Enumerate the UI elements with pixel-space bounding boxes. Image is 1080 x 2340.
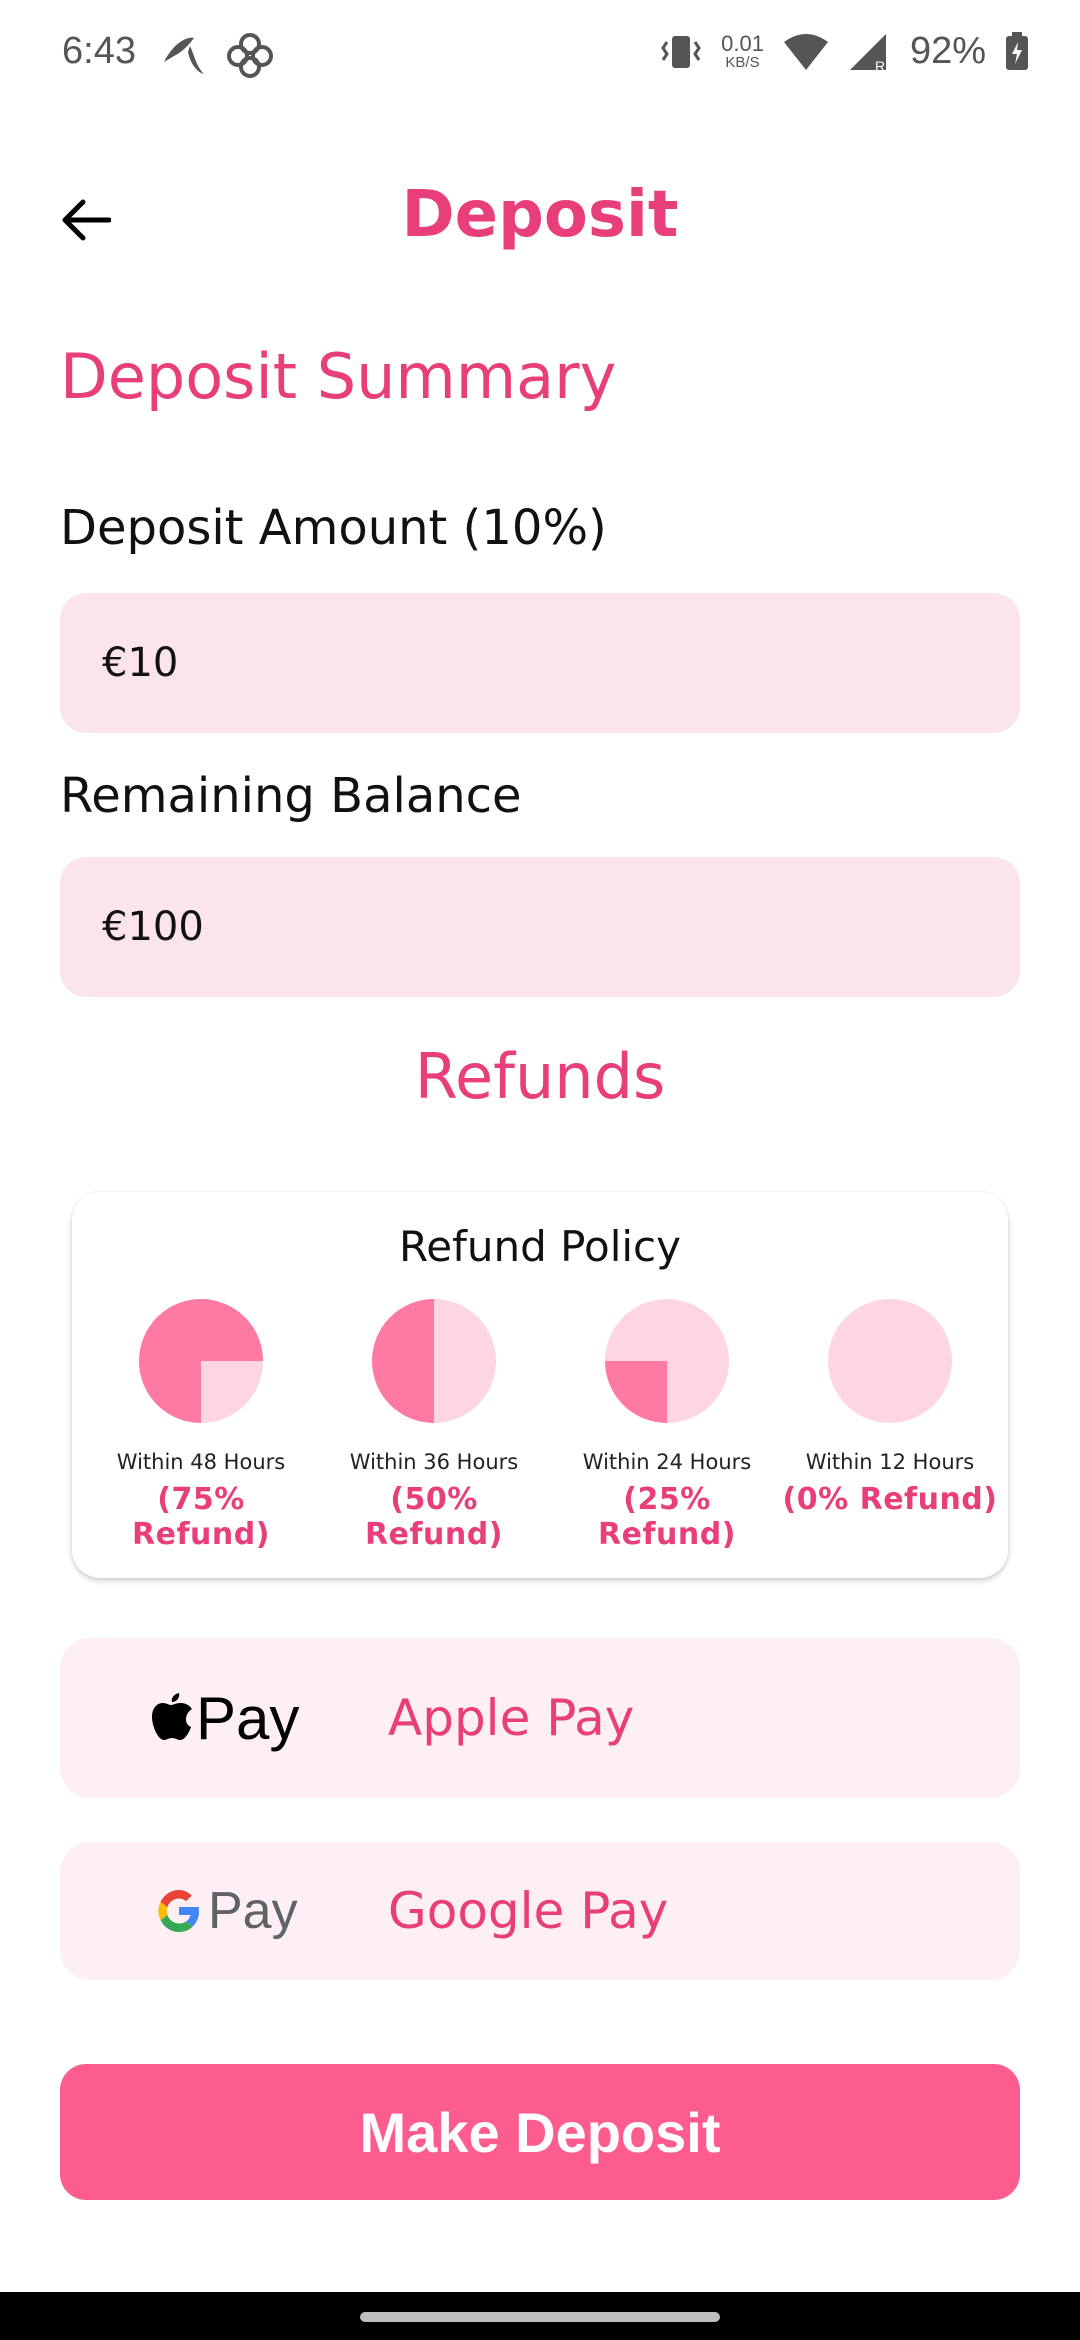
remaining-balance-field[interactable]: €100 [60,857,1020,997]
google-pay-button[interactable]: Pay Google Pay [60,1842,1020,1980]
remaining-balance-value: €100 [102,904,204,950]
refund-pie-36h [372,1299,496,1423]
wifi-icon [783,33,828,70]
apple-pay-label: Apple Pay [388,1689,635,1747]
telenor-icon [164,37,204,74]
apple-pay-logo: Pay [150,1684,388,1753]
system-nav-bar [0,2292,1080,2340]
refund-policy-title: Refund Policy [399,1222,681,1271]
page-title: Deposit [401,178,679,252]
refund-policy-card: Refund Policy Within 48 Hours (75% Refun… [72,1192,1008,1578]
svg-text:R: R [875,58,885,72]
net-speed-unit: KB/S [725,54,760,71]
apple-pay-logo-text: Pay [196,1684,300,1752]
battery-charging-icon [1006,31,1028,70]
refund-item-24h: Within 24 Hours (25% Refund) [552,1296,782,1552]
refund-item-label: Within 12 Hours [805,1450,975,1474]
refund-pie-24h [605,1299,729,1423]
make-deposit-button[interactable]: Make Deposit [60,2064,1020,2200]
google-g-icon [158,1890,199,1932]
home-handle[interactable] [360,2312,720,2322]
refund-item-label: Within 24 Hours [582,1450,752,1474]
refund-item-48h: Within 48 Hours (75% Refund) [86,1296,316,1552]
refunds-title: Refunds [414,1040,666,1113]
refund-pie-48h [139,1299,263,1423]
refund-item-percent: (25% Refund) [598,1482,736,1552]
refund-item-label: Within 48 Hours [116,1450,286,1474]
refund-item-36h: Within 36 Hours (50% Refund) [319,1296,549,1552]
status-right: 0.01 KB/S R 92% [659,30,1030,73]
deposit-amount-label: Deposit Amount (10%) [60,500,607,556]
vibrate-icon [661,35,701,68]
refund-item-percent: (50% Refund) [365,1482,503,1552]
refund-pie-12h [828,1299,952,1423]
pie-refund-slice [372,1299,434,1423]
refund-item-percent: (75% Refund) [132,1482,270,1552]
remaining-balance-label: Remaining Balance [60,768,522,824]
status-time: 6:43 [62,30,136,72]
deposit-summary-title: Deposit Summary [60,340,617,413]
google-pay-label: Google Pay [388,1882,669,1940]
deposit-amount-value: €10 [102,640,179,686]
status-bar: 6:43 0.01 KB/S R 92% [0,0,1080,110]
refund-item-12h: Within 12 Hours (0% Refund) [775,1296,1005,1517]
pie-remainder [828,1299,952,1423]
pinwheel-icon [227,33,273,78]
google-pay-logo-text: Pay [208,1882,298,1940]
refund-item-label: Within 36 Hours [349,1450,519,1474]
apple-pay-button[interactable]: Pay Apple Pay [60,1638,1020,1798]
battery-percent: 92% [909,30,986,72]
deposit-amount-field[interactable]: €10 [60,593,1020,733]
net-speed: 0.01 KB/S [721,31,764,71]
apple-icon [152,1693,192,1740]
pie-refund-slice [605,1361,667,1423]
refund-item-percent: (0% Refund) [782,1482,998,1517]
google-pay-logo: Pay [156,1881,388,1941]
signal-icon: R [849,33,886,72]
net-speed-value: 0.01 [721,31,764,56]
